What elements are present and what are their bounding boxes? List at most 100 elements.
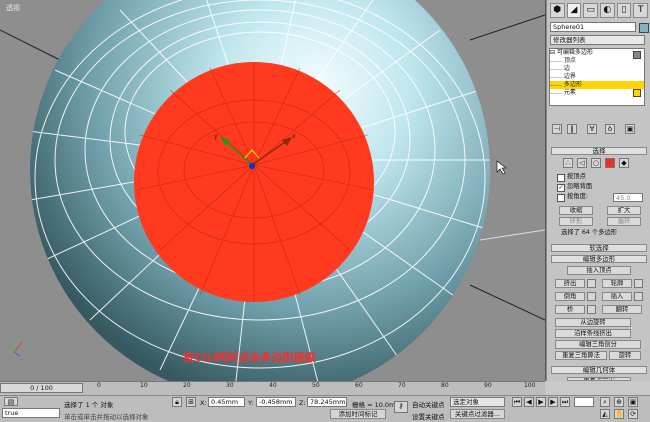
x-coordinate-field[interactable]: 0.45mm xyxy=(208,397,245,407)
stack-bulb-icon[interactable] xyxy=(633,51,641,59)
set-key-label: 设置关键点 xyxy=(412,413,445,421)
outline-settings-icon[interactable] xyxy=(634,279,643,288)
edit-geometry-rollout-header[interactable]: 编辑几何体 xyxy=(551,366,647,374)
by-angle-checkbox[interactable] xyxy=(557,194,565,202)
bevel-button[interactable]: 倒角 xyxy=(555,292,585,301)
next-frame-icon[interactable]: ▶ xyxy=(548,397,558,407)
bridge-settings-icon[interactable] xyxy=(587,305,596,314)
zoom-icon[interactable]: ⌕ xyxy=(600,397,610,407)
configure-sets-icon[interactable]: ▣ xyxy=(625,124,635,134)
by-angle-label: 按角度: xyxy=(567,193,589,200)
orbit-icon[interactable]: ⟳ xyxy=(628,409,638,419)
selection-rollout-header[interactable]: 选择 xyxy=(551,147,647,155)
key-icon[interactable]: ⚷ xyxy=(394,401,408,413)
flip-button[interactable]: 翻转 xyxy=(602,305,642,314)
auto-key-label: 自动关键点 xyxy=(412,401,445,409)
polygon-level-icon[interactable] xyxy=(605,158,615,168)
insert-vertex-button[interactable]: 插入顶点 xyxy=(567,266,631,275)
border-level-icon[interactable]: ○ xyxy=(591,158,601,168)
angle-spinner[interactable]: 45.0 xyxy=(613,193,643,202)
shrink-button[interactable]: 收缩 xyxy=(559,206,593,215)
key-filters-button[interactable]: 关键点过滤器... xyxy=(450,409,505,419)
hinge-from-edge-button[interactable]: 从边旋转 xyxy=(555,318,631,327)
turn-button[interactable]: 旋转 xyxy=(609,351,641,360)
bridge-button[interactable]: 桥 xyxy=(555,305,585,314)
display-tab[interactable]: ▯ xyxy=(616,3,632,18)
hierarchy-tab[interactable]: ▭ xyxy=(583,3,599,18)
edit-polygons-rollout-header[interactable]: 编辑多边形 xyxy=(551,255,647,263)
timeline-tick: 90 xyxy=(484,382,492,389)
y-label: Y: xyxy=(248,399,254,407)
y-coordinate-field[interactable]: -0.458mm xyxy=(256,397,296,407)
soft-selection-rollout-header[interactable]: 软选择 xyxy=(551,244,647,252)
go-to-end-icon[interactable]: ⏭ xyxy=(560,397,570,407)
extrude-along-spline-button[interactable]: 沿样条线挤出 xyxy=(555,329,631,338)
grow-button[interactable]: 扩大 xyxy=(607,206,641,215)
utilities-tab[interactable]: T xyxy=(633,3,649,18)
timeline-tick: 30 xyxy=(226,382,234,389)
perspective-viewport[interactable]: y x 透视 按Ctrl同时点击多边形层级 xyxy=(0,0,546,381)
ring-button[interactable]: 环形 xyxy=(559,217,593,226)
previous-frame-icon[interactable]: ◀ xyxy=(524,397,534,407)
viewport-label[interactable]: 透视 xyxy=(6,3,20,13)
create-tab[interactable]: ⬢ xyxy=(550,3,565,18)
outline-button[interactable]: 轮廓 xyxy=(602,279,632,288)
edge-level-icon[interactable]: ◁ xyxy=(577,158,587,168)
stack-item-polygon[interactable]: …… 多边形 xyxy=(550,81,644,89)
extrude-button[interactable]: 挤出 xyxy=(555,279,585,288)
vertex-level-icon[interactable]: ∴ xyxy=(563,158,573,168)
time-slider[interactable]: 0 / 100 xyxy=(0,383,83,393)
x-label: X: xyxy=(200,399,207,407)
stack-bulb-icon[interactable] xyxy=(633,89,641,97)
object-name-field[interactable]: Sphere01 xyxy=(550,22,636,32)
current-frame-field[interactable] xyxy=(574,397,594,407)
pan-icon[interactable]: ✋ xyxy=(614,409,624,419)
by-vertex-label: 按顶点 xyxy=(567,173,586,180)
modify-tab[interactable]: ◢ xyxy=(566,3,582,18)
stack-item-editable-poly[interactable]: ⊟ 可编辑多边形 xyxy=(550,49,644,57)
go-to-start-icon[interactable]: ⏮ xyxy=(512,397,522,407)
zoom-extents-icon[interactable]: ▣ xyxy=(628,397,638,407)
stack-item-border[interactable]: …… 边界 xyxy=(550,73,644,81)
make-unique-icon[interactable]: ∀ xyxy=(587,124,597,134)
inset-button[interactable]: 插入 xyxy=(602,292,632,301)
edit-triangulation-button[interactable]: 编辑三角剖分 xyxy=(555,340,641,349)
show-end-result-icon[interactable]: ‖ xyxy=(567,124,577,134)
repeat-last-button[interactable]: 重复上一个 xyxy=(567,377,631,381)
add-time-tag-button[interactable]: 添加时间标记 xyxy=(330,409,386,419)
timeline-tick: 80 xyxy=(441,382,449,389)
loop-button[interactable]: 循环 xyxy=(607,217,641,226)
key-selection-dropdown[interactable]: 选定对象 xyxy=(450,397,505,407)
by-vertex-checkbox[interactable] xyxy=(557,174,565,182)
object-color-swatch[interactable] xyxy=(639,23,649,33)
svg-text:x: x xyxy=(292,133,296,140)
maxscript-listener-icon[interactable]: ▤ xyxy=(4,397,18,406)
z-coordinate-field[interactable]: 78.245mm xyxy=(307,397,347,407)
stack-item-edge[interactable]: …… 边 xyxy=(550,65,644,73)
play-icon[interactable]: ▶ xyxy=(536,397,546,407)
element-level-icon[interactable]: ◆ xyxy=(619,158,629,168)
z-label: Z: xyxy=(299,399,306,407)
grid-line xyxy=(469,284,545,321)
zoom-all-icon[interactable]: ⊕ xyxy=(614,397,624,407)
inset-settings-icon[interactable] xyxy=(634,292,643,301)
maxscript-mini-listener[interactable]: true xyxy=(2,408,60,418)
timeline-tick: 40 xyxy=(269,382,277,389)
remove-modifier-icon[interactable]: ꝺ xyxy=(605,124,615,134)
absolute-mode-icon[interactable]: ⊞ xyxy=(186,397,196,407)
timeline-tick: 50 xyxy=(312,382,320,389)
bevel-settings-icon[interactable] xyxy=(587,292,596,301)
command-panel: ⬢ ◢ ▭ ◐ ▯ T Sphere01 修改器列表 ⊟ 可编辑多边形 …… 顶… xyxy=(546,0,650,381)
pin-stack-icon[interactable]: ⊣ xyxy=(552,124,562,134)
modifier-list-dropdown[interactable]: 修改器列表 xyxy=(550,35,645,45)
retriangulate-button[interactable]: 重复三角算法 xyxy=(555,351,607,360)
fov-icon[interactable]: ◭ xyxy=(600,409,610,419)
grid-line xyxy=(0,29,61,61)
motion-tab[interactable]: ◐ xyxy=(600,3,615,18)
stack-item-vertex[interactable]: …… 顶点 xyxy=(550,57,644,65)
ignore-backfacing-checkbox[interactable]: ✓ xyxy=(557,184,565,192)
selection-lock-icon[interactable]: 🔒︎ xyxy=(172,397,182,407)
ignore-backfacing-label: 忽略背面 xyxy=(567,183,593,190)
extrude-settings-icon[interactable] xyxy=(587,279,596,288)
stack-item-element[interactable]: …… 元素 xyxy=(550,89,644,97)
